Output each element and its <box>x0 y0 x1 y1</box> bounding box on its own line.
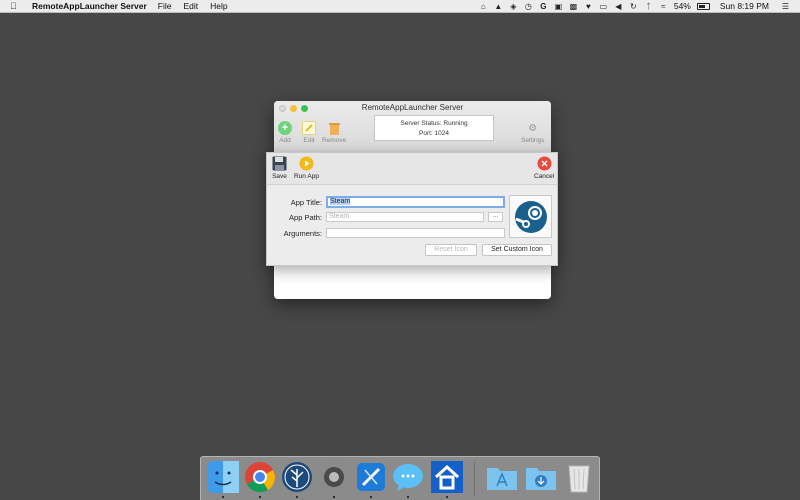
chrome-running-indicator <box>259 496 261 498</box>
play-icon <box>299 156 314 171</box>
grammarly-status-icon[interactable]: G <box>539 2 548 11</box>
edit-button[interactable]: Edit <box>302 121 316 144</box>
run-app-button[interactable]: Run App <box>294 156 319 180</box>
app-path-row: App Path: Steam ... <box>267 212 503 222</box>
downloads-folder-icon[interactable] <box>524 460 558 494</box>
drive-status-icon[interactable]: ▲ <box>494 2 503 11</box>
xcode-running-indicator <box>370 496 372 498</box>
set-custom-icon-button[interactable]: Set Custom Icon <box>482 244 552 256</box>
app-title-row: App Title: Steam <box>267 196 505 208</box>
save-label: Save <box>272 173 287 180</box>
dock <box>200 456 600 500</box>
trash-icon[interactable] <box>562 460 596 494</box>
remove-label: Remove <box>322 137 347 144</box>
remove-button[interactable]: Remove <box>322 121 346 144</box>
menu-bar:  RemoteAppLauncher Server File Edit Hel… <box>0 0 800 13</box>
cancel-button[interactable]: Cancel <box>534 156 554 180</box>
finder-icon[interactable] <box>206 460 240 494</box>
sourcetree-running-indicator <box>296 496 298 498</box>
menu-help[interactable]: Help <box>210 1 227 11</box>
server-status-box: Server Status: Running Port: 1024 <box>374 115 494 141</box>
bluetooth-icon[interactable]: ᛏ <box>644 2 653 11</box>
shield-status-icon[interactable]: ♥ <box>584 2 593 11</box>
finder-running-indicator <box>222 496 224 498</box>
panel-toolbar: Save Run App Cancel <box>267 153 557 185</box>
keyboard-status-icon[interactable]: ▣ <box>554 2 563 11</box>
run-app-label: Run App <box>294 173 319 180</box>
sync-status-icon[interactable]: ◈ <box>509 2 518 11</box>
wifi-icon[interactable]: ≈ <box>659 2 668 11</box>
dock-separator <box>474 462 475 496</box>
steam-logo-icon <box>514 200 547 233</box>
browse-path-button[interactable]: ... <box>488 212 503 222</box>
window-title: RemoteAppLauncher Server <box>361 103 464 112</box>
app-title-value: Steam <box>330 198 351 205</box>
home-status-icon[interactable]: ⌂ <box>479 2 488 11</box>
menu-edit[interactable]: Edit <box>184 1 199 11</box>
settings-label: Settings <box>521 137 545 144</box>
window-titlebar: RemoteAppLauncher Server + Add Edit Remo… <box>274 101 551 154</box>
sourcetree-icon[interactable] <box>280 460 314 494</box>
system-preferences-icon[interactable] <box>317 460 351 494</box>
reset-icon-button[interactable]: Reset Icon <box>425 244 477 256</box>
remote-app-launcher-running-indicator <box>446 496 448 498</box>
arguments-field[interactable] <box>326 228 505 238</box>
add-label: Add <box>279 137 291 144</box>
remote-app-launcher-icon[interactable] <box>430 460 464 494</box>
menubar-clock[interactable]: Sun 8:19 PM <box>720 1 769 11</box>
server-status-text: Server Status: Running <box>400 120 468 127</box>
settings-button[interactable]: ⚙ Settings <box>521 121 545 145</box>
monitor-status-icon[interactable]: ▩ <box>569 2 578 11</box>
edit-app-panel: Save Run App Cancel App Title: Steam App… <box>266 152 558 266</box>
battery-icon[interactable] <box>696 2 710 10</box>
gear-icon: ⚙ <box>528 122 538 134</box>
app-path-label: App Path: <box>289 212 322 222</box>
airplay-icon[interactable]: ▭ <box>599 2 608 11</box>
server-port-text: Port: 1024 <box>419 130 449 137</box>
edit-label: Edit <box>303 137 315 144</box>
time-machine-icon[interactable]: ↻ <box>629 2 638 11</box>
app-title-field[interactable]: Steam <box>326 196 505 208</box>
notification-center-icon[interactable]: ☰ <box>781 2 790 11</box>
menu-file[interactable]: File <box>158 1 172 11</box>
applications-folder-icon[interactable] <box>485 460 519 494</box>
app-menu[interactable]: RemoteAppLauncher Server <box>32 1 147 11</box>
messages-running-indicator <box>407 496 409 498</box>
arguments-label: Arguments: <box>283 228 322 238</box>
close-icon <box>537 156 552 171</box>
volume-icon[interactable]: ◀ <box>614 2 623 11</box>
pencil-icon <box>302 121 316 135</box>
chrome-icon[interactable] <box>243 460 277 494</box>
clock-status-icon[interactable]: ◷ <box>524 2 533 11</box>
save-button[interactable]: Save <box>272 156 287 180</box>
add-button[interactable]: + Add <box>278 121 292 144</box>
arguments-row: Arguments: <box>267 228 505 238</box>
battery-percent: 54% <box>673 1 691 11</box>
cancel-label: Cancel <box>534 173 555 180</box>
trash-can-icon <box>327 121 341 135</box>
app-path-field[interactable]: Steam <box>326 212 484 222</box>
apple-menu-icon[interactable]:  <box>10 1 22 11</box>
xcode-icon[interactable] <box>354 460 388 494</box>
messages-icon[interactable] <box>391 460 425 494</box>
floppy-disk-icon <box>272 156 287 171</box>
app-icon-well[interactable] <box>509 195 552 238</box>
status-area: ⌂ ▲ ◈ ◷ G ▣ ▩ ♥ ▭ ◀ ↻ ᛏ ≈ 54% Sun 8:19 P… <box>479 1 800 11</box>
plus-icon: + <box>278 121 292 135</box>
system-preferences-running-indicator <box>333 496 335 498</box>
app-title-label: App Title: <box>290 197 322 207</box>
